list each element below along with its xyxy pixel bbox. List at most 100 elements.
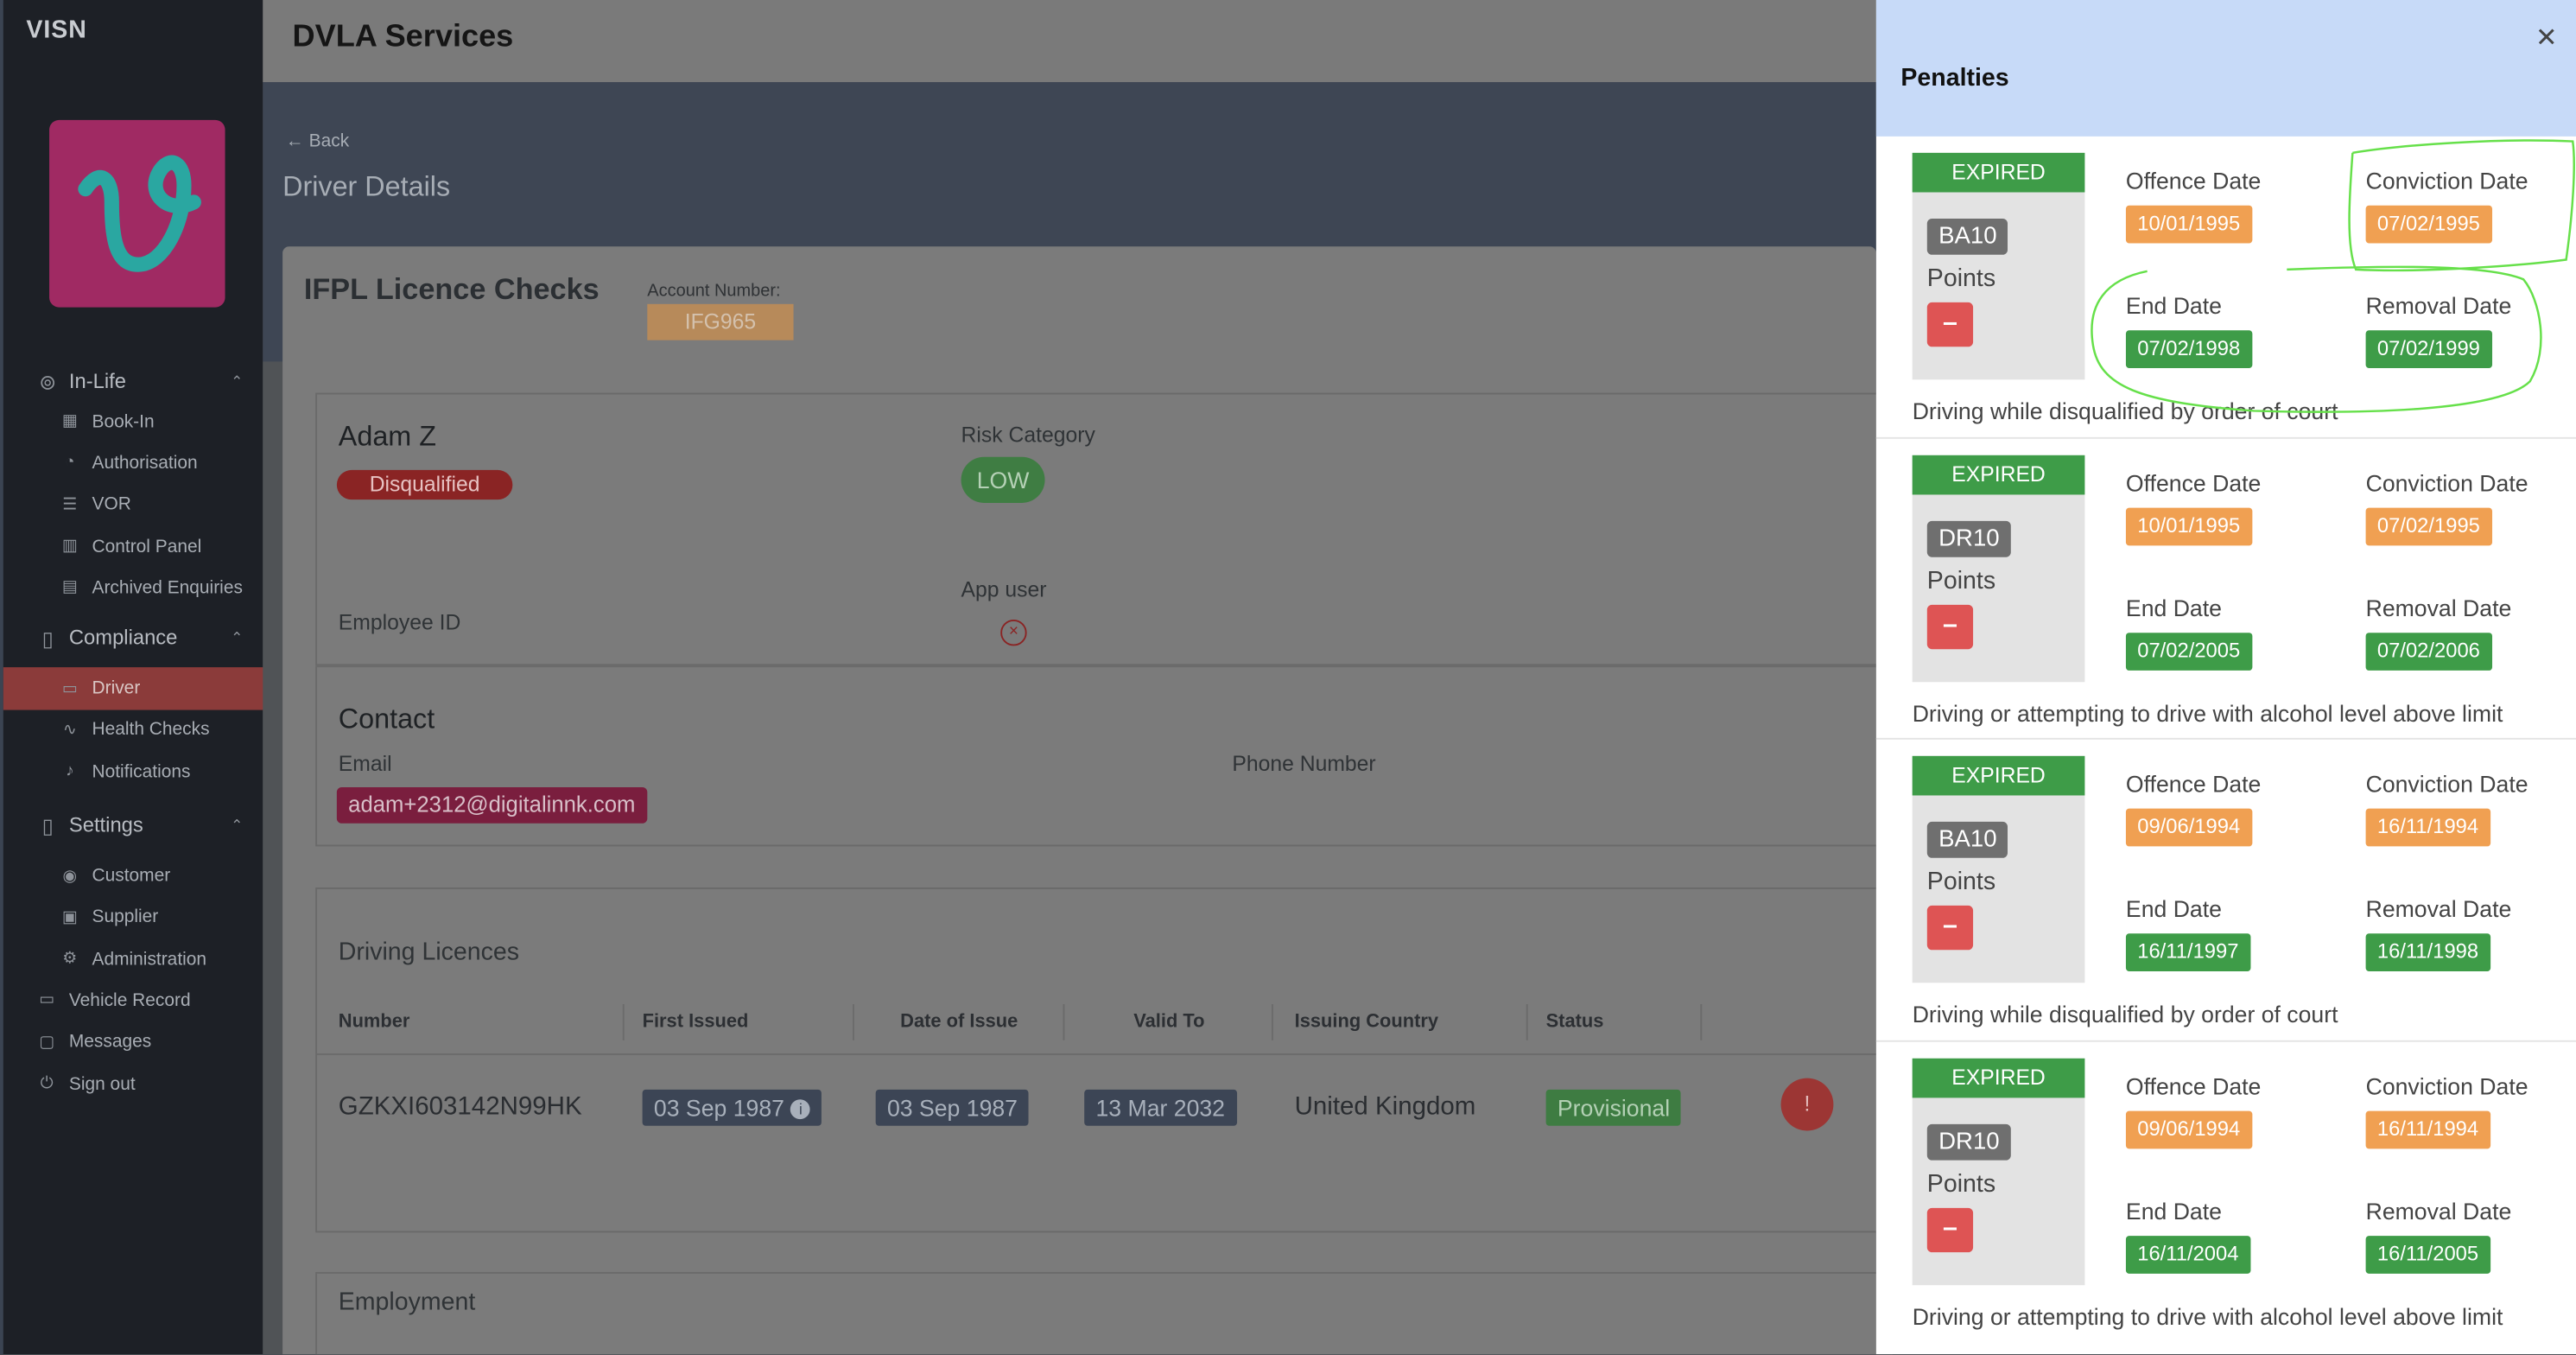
column-divider <box>1526 1003 1528 1040</box>
issuing-country: United Kingdom <box>1294 1092 1476 1122</box>
offence-date-label: Offence Date <box>2125 468 2262 496</box>
nav-item-book-in[interactable]: ▦ Book-In <box>3 401 266 442</box>
end-date-value: 07/02/2005 <box>2125 632 2252 670</box>
nav-item-label: Archived Enquiries <box>92 578 243 598</box>
panel-icon: ▥ <box>61 537 78 556</box>
penalty-summary: EXPIRED BA10 Points – <box>1912 152 2085 380</box>
calendar-icon: ▦ <box>61 412 78 431</box>
points-label: Points <box>1926 1169 1996 1198</box>
account-number-value: IFG965 <box>647 303 794 340</box>
conviction-date-label: Conviction Date <box>2365 1072 2528 1099</box>
nav-item-supplier[interactable]: ▣ Supplier <box>3 897 266 938</box>
drawer-header: Penalties ✕ <box>1875 0 2576 137</box>
remove-points-button[interactable]: – <box>1926 603 1974 649</box>
remove-points-button[interactable]: – <box>1926 905 1974 951</box>
document-icon: ▯ <box>41 627 54 652</box>
points-label: Points <box>1926 264 1996 293</box>
offence-date-label: Offence Date <box>2125 770 2262 798</box>
back-link[interactable]: ← Back <box>286 131 349 151</box>
nav-item-control-panel[interactable]: ▥ Control Panel <box>3 525 266 567</box>
penalty-description: Driving or attempting to drive with alco… <box>1912 699 2503 726</box>
top-header: DVLA Services <box>263 0 1876 83</box>
table-divider <box>317 1053 1894 1055</box>
date-of-issue-tag: 03 Sep 1987 <box>875 1089 1030 1126</box>
risk-category-label: Risk Category <box>961 422 1095 448</box>
nav-item-label: Authorisation <box>92 453 198 474</box>
nav-section-compliance[interactable]: ▯ Compliance ⌃ <box>3 619 266 658</box>
alert-circle-icon[interactable]: ! <box>1780 1078 1834 1131</box>
contact-panel: Contact Email adam+2312@digitalinnk.com … <box>315 665 1893 847</box>
offence-code: BA10 <box>1926 218 2008 255</box>
penalty-card: EXPIRED BA10 Points – Offence Date 09/06… <box>1875 740 2576 1041</box>
risk-category-badge: LOW <box>961 456 1045 503</box>
expired-badge: EXPIRED <box>1912 454 2085 494</box>
page-title: Driver Details <box>282 170 451 202</box>
close-icon[interactable]: ✕ <box>2530 23 2563 56</box>
expired-badge: EXPIRED <box>1912 1057 2085 1097</box>
nav-item-archived-enquiries[interactable]: ▤ Archived Enquiries <box>3 567 266 608</box>
nav-section-label: Settings <box>68 814 143 837</box>
nav-item-messages[interactable]: ▢ Messages <box>3 1021 266 1063</box>
driving-licences-panel: Driving Licences Number First Issued Dat… <box>315 887 1894 1233</box>
app-frame: VISN ⊚ In-Life ⌃ ▦ Book-In ◔ Authorisation… <box>0 0 2576 1355</box>
archive-icon: ▤ <box>61 579 78 597</box>
nav-item-sign-out[interactable]: ⏻ Sign out <box>3 1063 266 1104</box>
nav-item-vehicle-record[interactable]: ▭ Vehicle Record <box>3 980 266 1021</box>
col-header-valid-to: Valid To <box>1133 1012 1205 1033</box>
points-label: Points <box>1926 868 1996 896</box>
licence-status-badge: Provisional <box>1545 1089 1682 1126</box>
remove-points-button[interactable]: – <box>1926 302 1974 347</box>
conviction-date-value: 16/11/1994 <box>2365 1110 2490 1148</box>
penalties-drawer: Penalties ✕ EXPIRED BA10 Points – Offenc… <box>1875 0 2576 1355</box>
end-date-label: End Date <box>2125 1197 2222 1224</box>
briefcase-icon: ▣ <box>61 908 78 927</box>
settings-doc-icon: ▯ <box>41 815 54 838</box>
nav-item-label: Book-In <box>92 411 155 432</box>
nav-item-label: Customer <box>92 866 171 887</box>
email-value[interactable]: adam+2312@digitalinnk.com <box>336 786 647 824</box>
nav-item-driver[interactable]: ▭ Driver <box>3 668 267 710</box>
info-icon[interactable]: i <box>790 1099 811 1120</box>
penalty-description: Driving while disqualified by order of c… <box>1912 398 2338 424</box>
expired-badge: EXPIRED <box>1912 755 2085 796</box>
status-badge: Disqualified <box>336 469 513 500</box>
offence-code: DR10 <box>1926 1123 2011 1160</box>
column-divider <box>622 1003 625 1040</box>
end-date-value: 16/11/2004 <box>2125 1235 2250 1273</box>
removal-date-label: Removal Date <box>2365 1197 2512 1224</box>
nav-item-health-checks[interactable]: ∿ Health Checks <box>3 709 266 751</box>
remove-points-button[interactable]: – <box>1926 1206 1974 1252</box>
user-circle-icon: ◉ <box>62 867 78 886</box>
penalty-summary: EXPIRED DR10 Points – <box>1912 1057 2085 1285</box>
clock-icon: ◔ <box>65 454 75 473</box>
removal-date-value: 07/02/1999 <box>2365 330 2492 369</box>
removal-date-value: 16/11/1998 <box>2365 933 2490 971</box>
nav-section-label: Compliance <box>68 627 178 651</box>
app-user-label: App user <box>961 576 1047 602</box>
nav-section-settings[interactable]: ▯ Settings ⌃ <box>3 806 266 846</box>
nav-item-vor[interactable]: ☰ VOR <box>3 484 266 525</box>
sidebar: VISN ⊚ In-Life ⌃ ▦ Book-In ◔ Authorisation… <box>0 0 267 1355</box>
removal-date-label: Removal Date <box>2365 594 2512 620</box>
end-date-label: End Date <box>2125 895 2222 922</box>
nav-item-label: Vehicle Record <box>68 990 191 1011</box>
conviction-date-label: Conviction Date <box>2365 167 2528 194</box>
penalty-description: Driving or attempting to drive with alco… <box>1912 1302 2503 1329</box>
driver-name: Adam Z <box>338 420 436 452</box>
col-header-first-issued: First Issued <box>642 1012 749 1033</box>
drawer-title: Penalties <box>1900 64 2009 92</box>
chevron-up-icon: ⌃ <box>231 816 244 833</box>
nav-item-notifications[interactable]: ♪ Notifications <box>3 751 266 792</box>
contact-title: Contact <box>338 703 435 735</box>
gear-icon: ⚙ <box>62 950 78 969</box>
offence-code: DR10 <box>1926 519 2011 557</box>
close-circle-icon: × <box>1000 619 1027 646</box>
col-header-number: Number <box>338 1012 410 1033</box>
email-label: Email <box>338 751 392 776</box>
removal-date-label: Removal Date <box>2365 895 2512 922</box>
nav-item-authorisation[interactable]: ◔ Authorisation <box>3 442 266 484</box>
list-icon: ☰ <box>62 495 78 514</box>
nav-item-administration[interactable]: ⚙ Administration <box>3 938 266 980</box>
nav-item-customer[interactable]: ◉ Customer <box>3 856 266 897</box>
nav-section-in-life[interactable]: ⊚ In-Life ⌃ <box>3 361 266 401</box>
